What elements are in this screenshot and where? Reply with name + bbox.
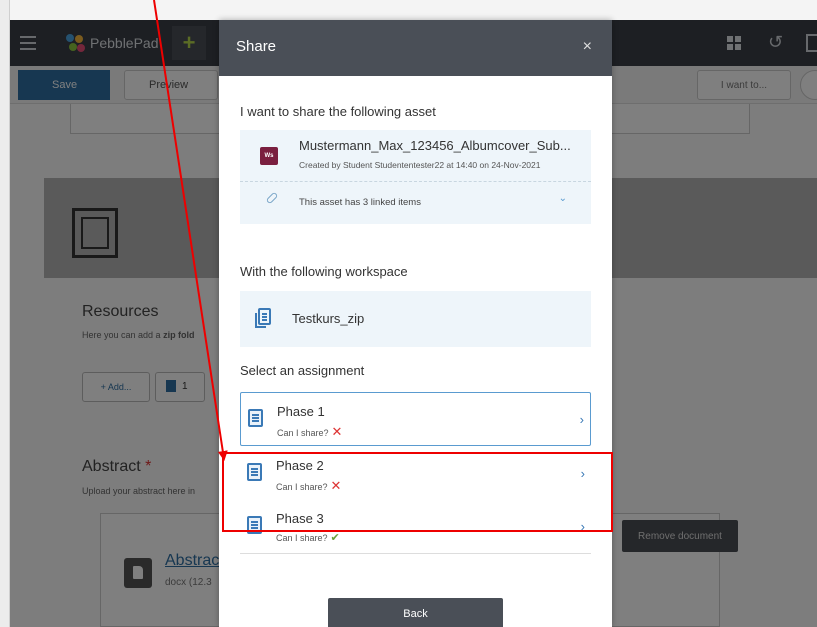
check-icon: ✔ bbox=[330, 532, 340, 544]
assignment-title: Phase 1 bbox=[277, 404, 325, 419]
dialog-header: Share × bbox=[219, 20, 612, 76]
asset-card: Ws Mustermann_Max_123456_Albumcover_Sub.… bbox=[240, 130, 591, 224]
back-button[interactable]: Back bbox=[328, 598, 503, 627]
workspace-card: Testkurs_zip bbox=[240, 291, 591, 347]
asset-name: Mustermann_Max_123456_Albumcover_Sub... bbox=[299, 138, 571, 153]
chevron-right-icon: › bbox=[579, 412, 584, 427]
assignment-item[interactable]: Phase 1 Can I share? ✕ › bbox=[240, 392, 591, 446]
link-icon bbox=[265, 191, 279, 205]
assignment-icon bbox=[248, 409, 263, 427]
assignment-section-label: Select an assignment bbox=[240, 363, 365, 378]
dialog-title: Share bbox=[236, 38, 277, 55]
asset-type-icon: Ws bbox=[260, 147, 278, 165]
close-icon[interactable]: × bbox=[583, 38, 592, 56]
window-left-edge bbox=[0, 0, 10, 627]
share-dialog: Share × I want to share the following as… bbox=[219, 20, 612, 627]
asset-section-label: I want to share the following asset bbox=[240, 104, 436, 119]
workspace-name: Testkurs_zip bbox=[292, 311, 365, 326]
chevron-down-icon[interactable]: ⌄ bbox=[559, 193, 567, 204]
workspace-section-label: With the following workspace bbox=[240, 264, 408, 279]
highlight-box bbox=[222, 452, 613, 532]
assignment-share-status: Can I share? ✔ bbox=[276, 532, 340, 544]
workspace-icon bbox=[255, 308, 271, 328]
asset-row: Ws Mustermann_Max_123456_Albumcover_Sub.… bbox=[240, 130, 591, 182]
cross-icon: ✕ bbox=[331, 424, 343, 439]
asset-meta: Created by Student Studententester22 at … bbox=[299, 160, 541, 170]
linked-items-text: This asset has 3 linked items bbox=[299, 197, 421, 208]
linked-items-row[interactable]: This asset has 3 linked items ⌄ bbox=[240, 182, 591, 224]
assignment-share-status: Can I share? ✕ bbox=[277, 424, 343, 439]
window-top-edge bbox=[0, 0, 817, 20]
